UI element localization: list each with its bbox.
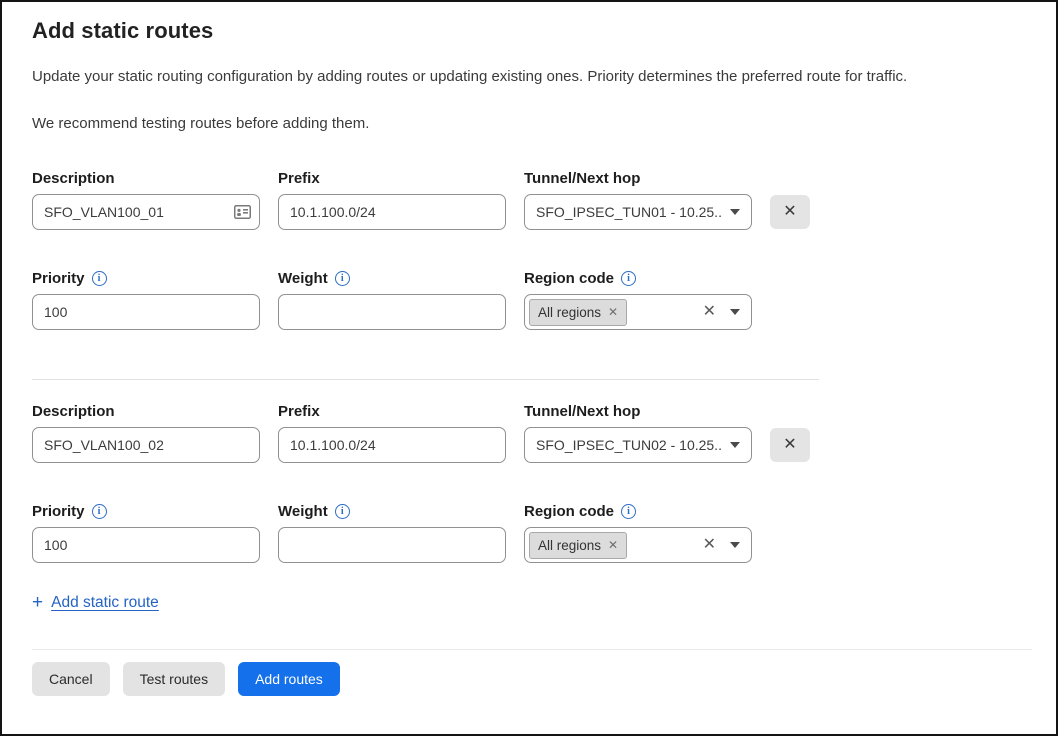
info-icon[interactable]: i — [335, 271, 350, 286]
weight-input[interactable] — [278, 527, 506, 563]
dropdown-arrow-icon — [730, 542, 740, 548]
weight-label: Weight i — [278, 270, 506, 287]
route-section-2: Description Prefix Tunnel/Next hop SFO_I… — [32, 403, 1032, 563]
route-section-1: Description Prefix — [32, 170, 1032, 330]
chip-remove-icon[interactable]: ✕ — [608, 305, 618, 319]
description-label-text: Description — [32, 170, 115, 187]
info-icon[interactable]: i — [621, 504, 636, 519]
tunnel-select[interactable]: SFO_IPSEC_TUN01 - 10.25... — [524, 194, 752, 230]
page-title: Add static routes — [32, 18, 1032, 44]
remove-route-button[interactable]: ✕ — [770, 195, 810, 229]
info-icon[interactable]: i — [621, 271, 636, 286]
tunnel-selected-value: SFO_IPSEC_TUN01 - 10.25... — [536, 204, 722, 220]
chip-remove-icon[interactable]: ✕ — [608, 538, 618, 552]
priority-input[interactable] — [32, 527, 260, 563]
field-region-1: Region code i All regions ✕ ✕ — [524, 270, 752, 330]
region-chip-label: All regions — [538, 538, 601, 553]
region-label: Region code i — [524, 503, 752, 520]
tunnel-selected-value: SFO_IPSEC_TUN02 - 10.25... — [536, 437, 722, 453]
footer-actions: Cancel Test routes Add routes — [32, 662, 1032, 696]
field-priority-1: Priority i — [32, 270, 260, 330]
tunnel-label: Tunnel/Next hop — [524, 403, 752, 420]
dropdown-arrow-icon — [730, 209, 740, 215]
prefix-input[interactable] — [278, 427, 506, 463]
add-routes-button[interactable]: Add routes — [238, 662, 340, 696]
region-chip-label: All regions — [538, 305, 601, 320]
add-static-routes-dialog: Add static routes Update your static rou… — [2, 2, 1056, 696]
region-multiselect[interactable]: All regions ✕ ✕ — [524, 527, 752, 563]
recommendation-text: We recommend testing routes before addin… — [32, 115, 1032, 132]
dropdown-arrow-icon — [730, 442, 740, 448]
region-label-text: Region code — [524, 270, 614, 287]
clear-selection-icon[interactable]: ✕ — [703, 534, 722, 556]
prefix-label: Prefix — [278, 170, 506, 187]
info-icon[interactable]: i — [92, 504, 107, 519]
weight-label-text: Weight — [278, 503, 328, 520]
weight-input[interactable] — [278, 294, 506, 330]
clear-selection-icon[interactable]: ✕ — [703, 301, 722, 323]
priority-label-text: Priority — [32, 503, 85, 520]
tunnel-label-text: Tunnel/Next hop — [524, 403, 640, 420]
field-region-2: Region code i All regions ✕ ✕ — [524, 503, 752, 563]
description-input[interactable] — [32, 427, 260, 463]
tunnel-select[interactable]: SFO_IPSEC_TUN02 - 10.25... — [524, 427, 752, 463]
weight-label: Weight i — [278, 503, 506, 520]
autofill-contact-icon[interactable] — [234, 205, 251, 219]
cancel-button[interactable]: Cancel — [32, 662, 110, 696]
prefix-input[interactable] — [278, 194, 506, 230]
region-multiselect[interactable]: All regions ✕ ✕ — [524, 294, 752, 330]
priority-label: Priority i — [32, 503, 260, 520]
priority-label-text: Priority — [32, 270, 85, 287]
remove-route-button[interactable]: ✕ — [770, 428, 810, 462]
field-description-2: Description — [32, 403, 260, 463]
field-prefix-1: Prefix — [278, 170, 506, 230]
field-description-1: Description — [32, 170, 260, 230]
tunnel-label: Tunnel/Next hop — [524, 170, 752, 187]
weight-label-text: Weight — [278, 270, 328, 287]
info-icon[interactable]: i — [335, 504, 350, 519]
tunnel-label-text: Tunnel/Next hop — [524, 170, 640, 187]
priority-label: Priority i — [32, 270, 260, 287]
add-static-route-link[interactable]: + Add static route — [32, 593, 159, 612]
plus-icon: + — [32, 593, 43, 612]
section-divider — [32, 379, 819, 380]
field-tunnel-2: Tunnel/Next hop SFO_IPSEC_TUN02 - 10.25.… — [524, 403, 752, 463]
region-label-text: Region code — [524, 503, 614, 520]
field-weight-2: Weight i — [278, 503, 506, 563]
field-priority-2: Priority i — [32, 503, 260, 563]
prefix-label: Prefix — [278, 403, 506, 420]
description-label-text: Description — [32, 403, 115, 420]
description-label: Description — [32, 403, 260, 420]
info-icon[interactable]: i — [92, 271, 107, 286]
footer-divider — [32, 649, 1032, 650]
prefix-label-text: Prefix — [278, 403, 320, 420]
add-static-route-label: Add static route — [51, 594, 159, 612]
dropdown-arrow-icon — [730, 309, 740, 315]
region-label: Region code i — [524, 270, 752, 287]
field-weight-1: Weight i — [278, 270, 506, 330]
field-prefix-2: Prefix — [278, 403, 506, 463]
priority-input[interactable] — [32, 294, 260, 330]
field-tunnel-1: Tunnel/Next hop SFO_IPSEC_TUN01 - 10.25.… — [524, 170, 752, 230]
region-chip: All regions ✕ — [529, 299, 627, 326]
test-routes-button[interactable]: Test routes — [123, 662, 225, 696]
description-input[interactable] — [32, 194, 260, 230]
intro-text: Update your static routing configuration… — [32, 68, 1032, 85]
description-label: Description — [32, 170, 260, 187]
prefix-label-text: Prefix — [278, 170, 320, 187]
region-chip: All regions ✕ — [529, 532, 627, 559]
